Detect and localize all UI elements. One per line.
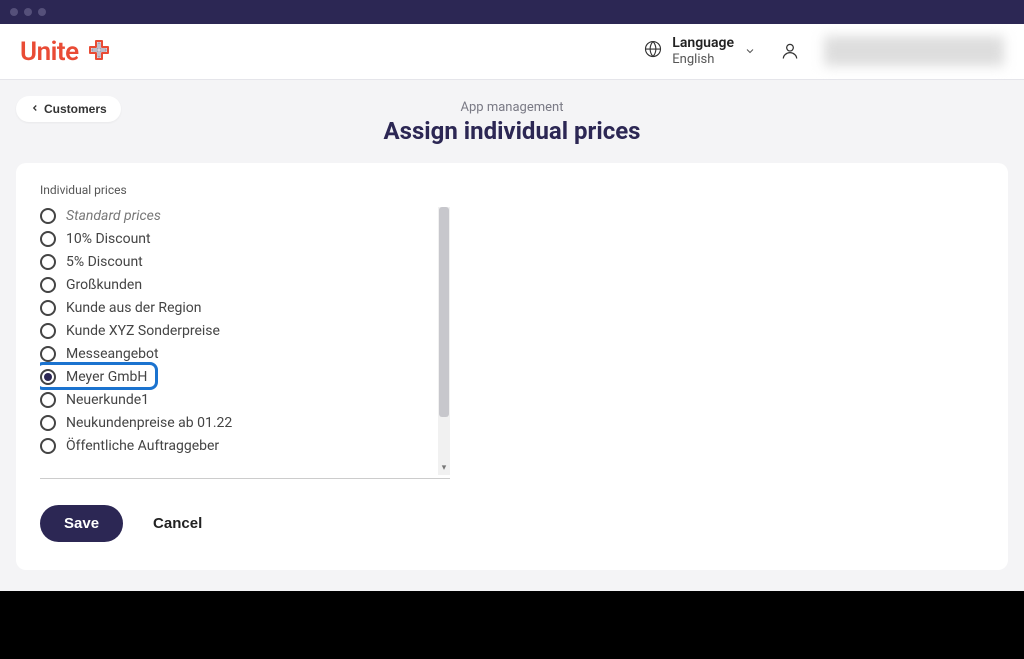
window-titlebar xyxy=(0,0,1024,24)
page-title: Assign individual prices xyxy=(16,117,1008,145)
brand-text: Unite xyxy=(20,37,79,67)
price-option-label: Kunde XYZ Sonderpreise xyxy=(66,323,220,339)
price-option[interactable]: Neukundenpreise ab 01.22 xyxy=(40,412,450,434)
price-option[interactable]: Kunde aus der Region xyxy=(40,297,450,319)
price-option-label: Standard prices xyxy=(66,208,161,224)
price-list: Standard prices 10% Discount 5% Discount Gr… xyxy=(40,205,450,457)
price-option-label: 10% Discount xyxy=(66,231,151,247)
scrollbar[interactable]: ▾ xyxy=(438,207,450,475)
price-option-label: Messeangebot xyxy=(66,346,159,362)
language-selector[interactable]: Language English xyxy=(644,35,756,67)
radio-icon[interactable] xyxy=(40,300,56,316)
radio-icon[interactable] xyxy=(40,323,56,339)
brand-plus-icon xyxy=(87,38,111,66)
brand-logo[interactable]: Unite xyxy=(20,37,111,67)
radio-icon[interactable] xyxy=(40,369,56,385)
price-option[interactable]: 10% Discount xyxy=(40,228,450,250)
section-label: Individual prices xyxy=(40,183,984,197)
radio-icon[interactable] xyxy=(40,231,56,247)
save-button[interactable]: Save xyxy=(40,505,123,542)
radio-icon[interactable] xyxy=(40,277,56,293)
window-dot xyxy=(24,8,32,16)
radio-icon[interactable] xyxy=(40,438,56,454)
price-option-label: Meyer GmbH xyxy=(66,369,147,385)
scroll-down-icon[interactable]: ▾ xyxy=(438,463,450,475)
price-option[interactable]: Großkunden xyxy=(40,274,450,296)
back-button[interactable]: Customers xyxy=(16,96,121,122)
user-icon[interactable] xyxy=(780,41,800,61)
price-option-label: Kunde aus der Region xyxy=(66,300,201,316)
globe-icon xyxy=(644,40,662,62)
price-option[interactable]: Meyer GmbH xyxy=(40,366,450,388)
price-list-container: Standard prices 10% Discount 5% Discount Gr… xyxy=(40,205,450,479)
price-option-label: Großkunden xyxy=(66,277,142,293)
radio-icon[interactable] xyxy=(40,392,56,408)
bottom-bar xyxy=(0,591,1024,659)
scrollbar-thumb[interactable] xyxy=(439,207,449,417)
price-option[interactable]: Kunde XYZ Sonderpreise xyxy=(40,320,450,342)
price-option[interactable]: Standard prices xyxy=(40,205,450,227)
radio-icon[interactable] xyxy=(40,208,56,224)
price-option-label: Neukundenpreise ab 01.22 xyxy=(66,415,232,431)
price-option[interactable]: Neuerkunde1 xyxy=(40,389,450,411)
user-info-blurred[interactable] xyxy=(824,36,1004,66)
radio-icon[interactable] xyxy=(40,415,56,431)
radio-icon[interactable] xyxy=(40,346,56,362)
radio-icon[interactable] xyxy=(40,254,56,270)
price-option[interactable]: Messeangebot xyxy=(40,343,450,365)
price-option[interactable]: 5% Discount xyxy=(40,251,450,273)
price-option[interactable]: Öffentliche Auftraggeber xyxy=(40,435,450,457)
language-value: English xyxy=(672,52,734,68)
language-label: Language xyxy=(672,35,734,52)
price-option-label: 5% Discount xyxy=(66,254,143,270)
breadcrumb: App management xyxy=(16,100,1008,115)
cancel-button[interactable]: Cancel xyxy=(153,515,202,532)
window-dot xyxy=(10,8,18,16)
price-option-label: Neuerkunde1 xyxy=(66,392,149,408)
back-label: Customers xyxy=(44,102,107,116)
chevron-left-icon xyxy=(30,102,40,116)
main-panel: Individual prices Standard prices 10% Dis… xyxy=(16,163,1008,570)
top-bar: Unite Language English xyxy=(0,24,1024,80)
window-dot xyxy=(38,8,46,16)
price-option-label: Öffentliche Auftraggeber xyxy=(66,438,219,454)
chevron-down-icon xyxy=(744,42,756,61)
